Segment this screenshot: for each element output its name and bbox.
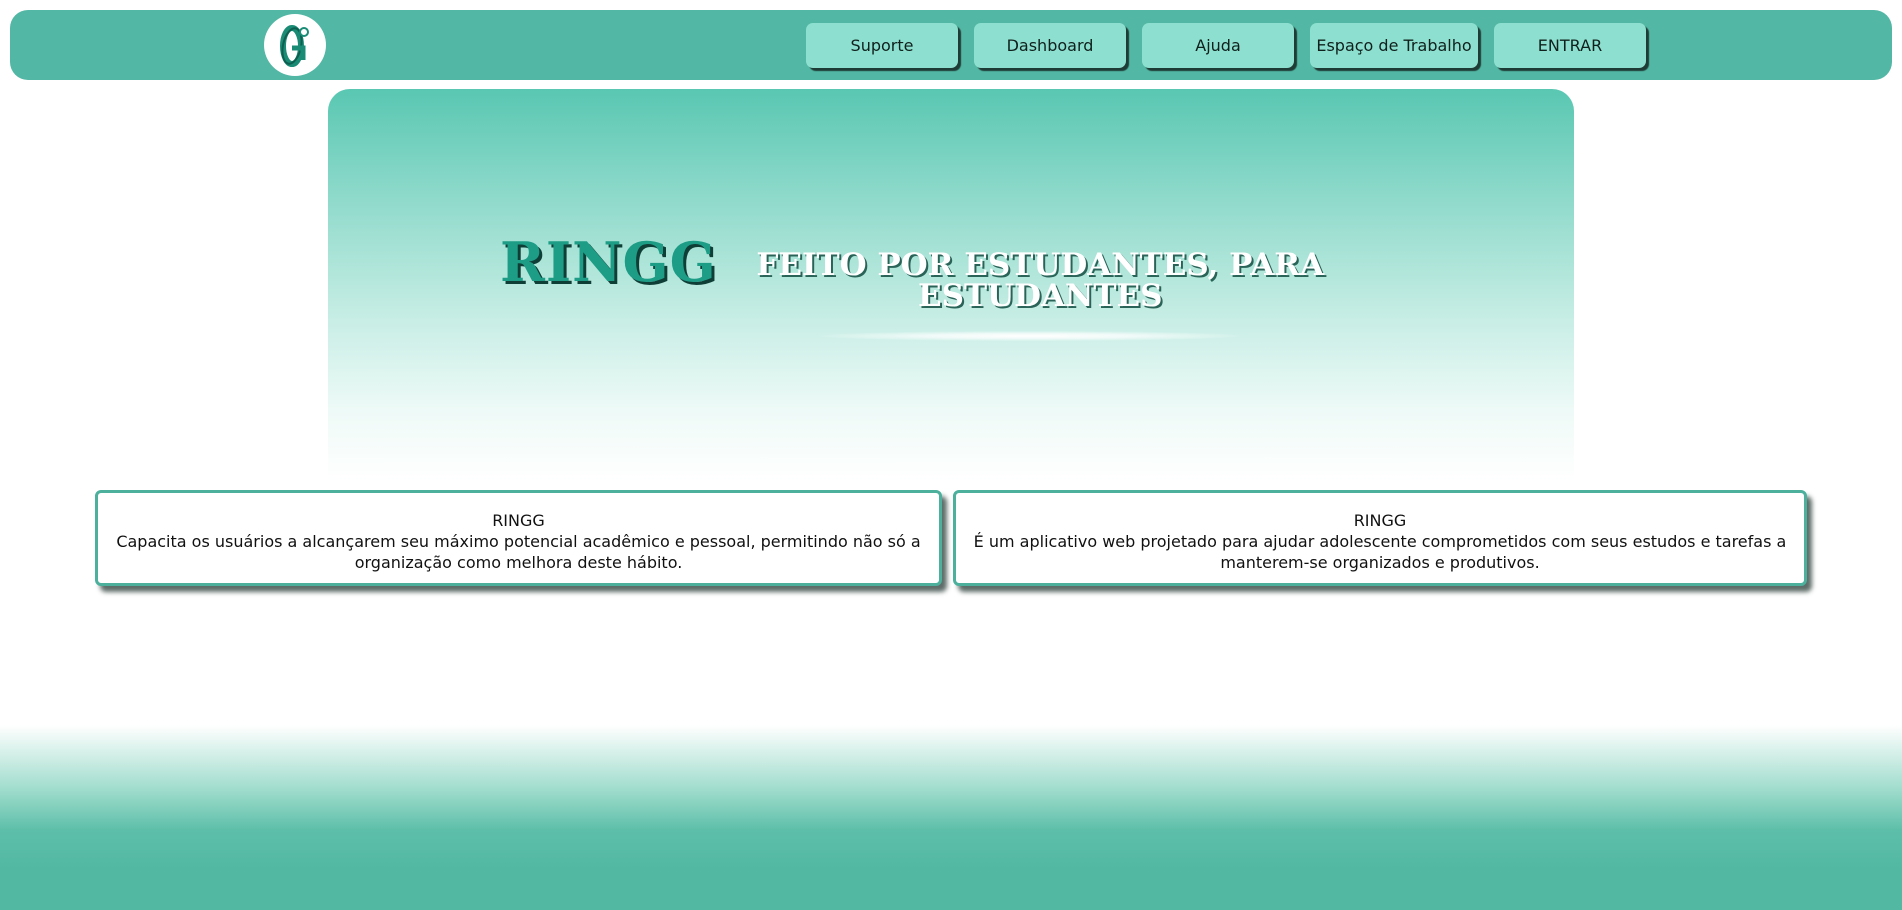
nav-entrar-label: ENTRAR — [1537, 36, 1603, 55]
hero-tagline: FEITO POR ESTUDANTES, PARA ESTUDANTES — [756, 247, 1325, 314]
nav-dashboard-button[interactable]: Dashboard — [974, 23, 1126, 68]
info-card-1-text: Capacita os usuários a alcançarem seu má… — [116, 532, 921, 572]
nav-ajuda-button[interactable]: Ajuda — [1142, 23, 1294, 68]
footer-gradient — [0, 725, 1902, 910]
info-card-1-title: RINGG — [492, 511, 545, 530]
nav-ajuda-label: Ajuda — [1195, 36, 1241, 55]
nav-espaco-de-trabalho-label: Espaço de Trabalho — [1316, 36, 1472, 55]
nav-suporte-button[interactable]: Suporte — [806, 23, 958, 68]
nav-dashboard-label: Dashboard — [1006, 36, 1094, 55]
hero-glow-divider — [820, 331, 1240, 341]
nav-suporte-label: Suporte — [850, 36, 914, 55]
info-card-2: RINGG É um aplicativo web projetado para… — [953, 490, 1807, 586]
hero-heading: RINGG FEITO POR ESTUDANTES, PARA ESTUDAN… — [500, 232, 1348, 312]
nav-entrar-button[interactable]: ENTRAR — [1494, 23, 1646, 68]
ringg-logo-icon — [280, 25, 309, 67]
info-card-1: RINGG Capacita os usuários a alcançarem … — [95, 490, 942, 586]
nav-espaco-de-trabalho-button[interactable]: Espaço de Trabalho — [1310, 23, 1478, 68]
top-navbar: Suporte Dashboard Ajuda Espaço de Trabal… — [10, 10, 1892, 80]
info-card-2-title: RINGG — [1353, 511, 1407, 530]
info-card-2-text: É um aplicativo web projetado para ajuda… — [973, 532, 1787, 572]
ringg-logo[interactable] — [264, 14, 326, 76]
hero-brand: RINGG — [500, 230, 717, 294]
